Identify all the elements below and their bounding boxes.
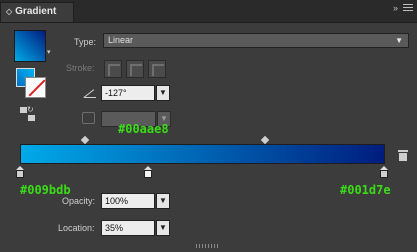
panel-resize-grip[interactable] xyxy=(196,244,220,248)
opacity-dropdown[interactable]: ▼ xyxy=(156,193,170,209)
angle-icon xyxy=(84,88,98,98)
location-input[interactable]: 35% xyxy=(101,220,155,236)
stroke-across-icon xyxy=(152,64,164,76)
stroke-within-icon xyxy=(108,64,120,76)
location-dropdown[interactable]: ▼ xyxy=(156,220,170,236)
stroke-within-button[interactable] xyxy=(104,60,122,78)
location-label: Location: xyxy=(58,223,95,233)
opacity-input[interactable]: 100% xyxy=(101,193,155,209)
gradient-midpoint-2[interactable] xyxy=(260,135,270,145)
tab-diamond-icon: ◇ xyxy=(6,7,13,16)
stroke-along-icon xyxy=(130,64,142,76)
panel-tab-gradient[interactable]: ◇ Gradient xyxy=(0,2,74,22)
type-select[interactable]: Linear ▼ xyxy=(103,33,409,48)
panel-tab-label: Gradient xyxy=(15,6,57,17)
right-stop-color-annotation: #001d7e xyxy=(340,183,391,197)
left-stop-color-annotation: #009bdb xyxy=(20,183,71,197)
gradient-stop-right[interactable] xyxy=(380,166,388,178)
swatch-dropdown-icon[interactable]: ▾ xyxy=(47,48,51,56)
stroke-along-button[interactable] xyxy=(126,60,144,78)
type-value: Linear xyxy=(108,35,134,45)
aspect-ratio-icon xyxy=(82,112,95,124)
stroke-none-swatch-icon[interactable] xyxy=(25,77,46,98)
gradient-slider[interactable] xyxy=(20,144,385,164)
gradient-stop-left[interactable] xyxy=(16,166,24,178)
collapse-panel-icon[interactable]: » xyxy=(393,3,399,13)
gradient-stop-middle[interactable] xyxy=(144,166,152,178)
type-label: Type: xyxy=(74,37,97,47)
gradient-swatch[interactable] xyxy=(14,30,46,62)
gradient-midpoint-1[interactable] xyxy=(80,135,90,145)
trash-icon[interactable] xyxy=(398,150,408,161)
stroke-across-button[interactable] xyxy=(148,60,166,78)
stroke-label: Stroke: xyxy=(66,63,95,73)
fill-stroke-selector[interactable] xyxy=(16,68,46,98)
midpoint-color-annotation: #00aae8 xyxy=(118,122,169,136)
angle-dropdown[interactable]: ▼ xyxy=(156,85,170,101)
angle-input[interactable]: -127° xyxy=(101,85,155,101)
reverse-gradient-icon[interactable]: ↻ xyxy=(20,105,36,123)
panel-titlebar: ◇ Gradient » xyxy=(0,0,417,23)
panel-menu-icon[interactable] xyxy=(403,4,413,13)
chevron-down-icon: ▼ xyxy=(395,36,403,45)
opacity-label: Opacity: xyxy=(62,196,96,206)
